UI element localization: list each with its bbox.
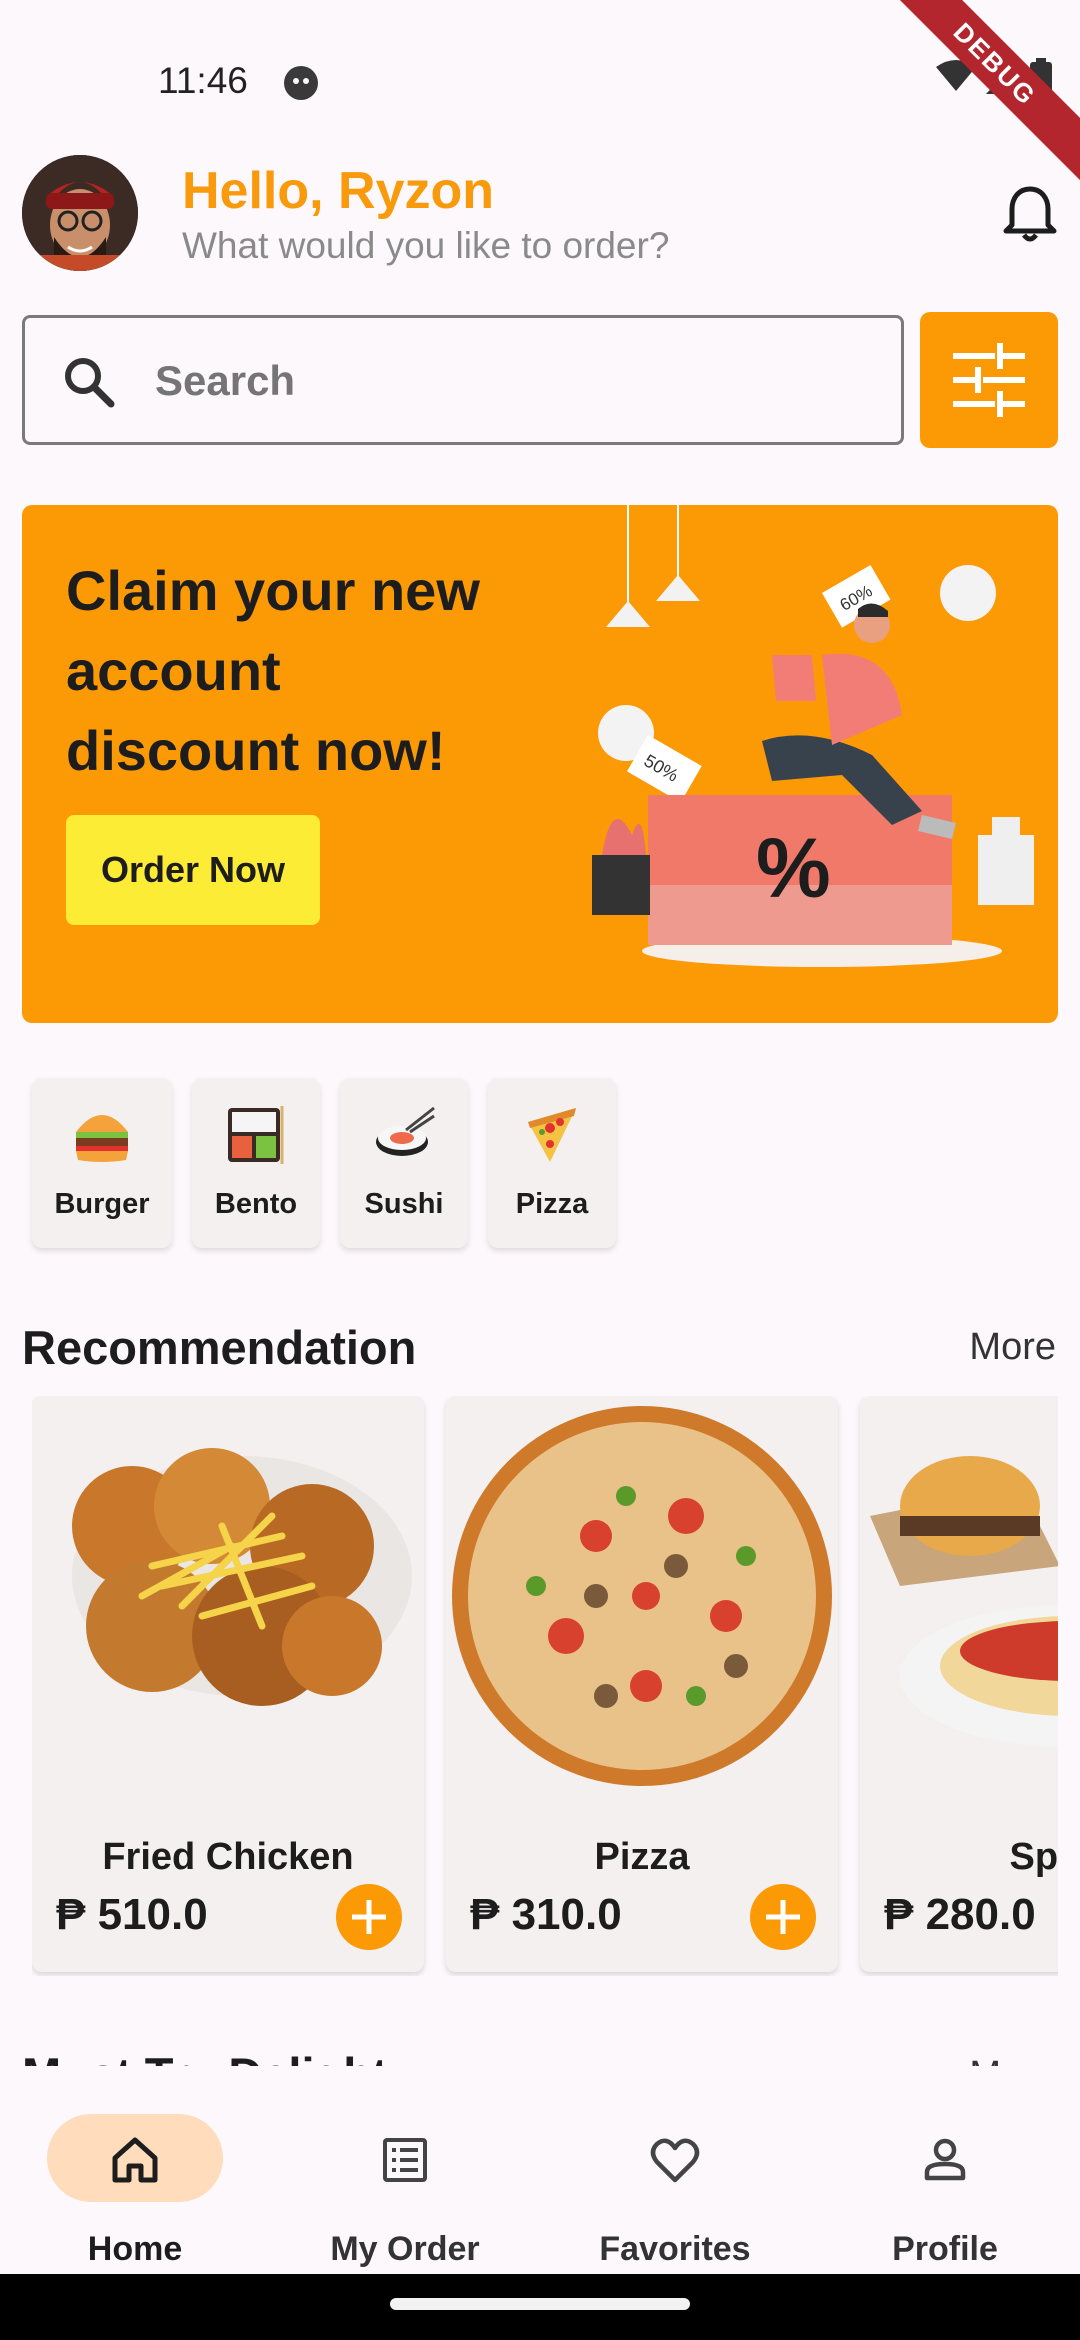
banner-title: Claim your new account discount now! <box>66 559 480 782</box>
food-price: ₱ 280.0 <box>884 1890 1036 1939</box>
search-icon <box>65 358 115 408</box>
heart-icon <box>650 2138 700 2183</box>
nav-label: My Order <box>330 2230 480 2268</box>
shopping-discount-illustration: 60% 50% % <box>592 505 1034 967</box>
status-bar: 11:46 DEBUG <box>0 0 1080 197</box>
sushi-icon <box>376 1106 435 1156</box>
search-box[interactable] <box>22 315 904 445</box>
food-name: Pizza <box>594 1836 690 1878</box>
must-try-more-link[interactable]: More <box>969 2040 1056 2066</box>
category-label: Burger <box>54 1188 150 1220</box>
promo-banner: Claim your new account discount now! Ord… <box>22 505 1058 1023</box>
add-to-cart-button[interactable] <box>336 1884 402 1950</box>
greeting-subtitle: What would you like to order? <box>182 225 670 266</box>
category-bento[interactable]: Bento <box>192 1078 320 1248</box>
category-burger[interactable]: Burger <box>32 1078 172 1248</box>
nav-label: Favorites <box>599 2230 751 2268</box>
category-label: Sushi <box>364 1188 444 1220</box>
food-price: ₱ 310.0 <box>470 1890 622 1939</box>
nav-profile[interactable]: Profile <box>810 2066 1080 2274</box>
bottom-navigation: Home My Order Favorites Profile <box>0 2066 1080 2274</box>
food-card[interactable]: Fried Chicken ₱ 510.0 <box>32 1396 424 1972</box>
recommendation-more-link[interactable]: More <box>969 1326 1056 1369</box>
recommendation-title: Recommendation <box>22 1321 417 1374</box>
percent-text: % <box>756 821 831 915</box>
add-to-cart-button[interactable] <box>750 1884 816 1950</box>
notification-face-icon <box>284 66 318 100</box>
bento-icon <box>228 1106 284 1164</box>
order-list-icon <box>383 2138 427 2182</box>
must-try-title: Must Try Delight <box>22 2040 388 2066</box>
order-now-button[interactable]: Order Now <box>66 815 320 925</box>
status-time: 11:46 <box>158 60 248 101</box>
nav-home[interactable]: Home <box>0 2066 270 2274</box>
food-name: Spag <box>1009 1836 1058 1878</box>
filter-button[interactable] <box>920 312 1058 448</box>
food-card[interactable]: Spag ₱ 280.0 <box>860 1396 1058 1972</box>
pizza-image <box>452 1406 832 1786</box>
avatar[interactable] <box>22 155 138 271</box>
nav-my-order[interactable]: My Order <box>270 2066 540 2274</box>
category-list: Burger Bento Sushi Pizza <box>32 1078 616 1248</box>
filter-sliders-icon <box>953 343 1025 417</box>
fried-chicken-image <box>72 1448 412 1706</box>
spaghetti-burger-image <box>870 1456 1058 1746</box>
recommendation-list: Fried Chicken ₱ 510.0 Pizza ₱ 310.0 Sp ₱… <box>32 1396 1058 1976</box>
pizza-icon <box>528 1108 576 1162</box>
greeting-title: Hello, Ryzon <box>182 162 495 220</box>
person-icon <box>924 2138 966 2181</box>
category-pizza[interactable]: Pizza <box>488 1078 616 1248</box>
system-navigation-bar <box>0 2274 1080 2340</box>
search-input[interactable] <box>155 348 855 414</box>
category-sushi[interactable]: Sushi <box>340 1078 468 1248</box>
category-label: Pizza <box>515 1188 589 1220</box>
burger-icon <box>76 1115 128 1162</box>
bell-icon[interactable] <box>1002 185 1058 245</box>
home-icon <box>112 2137 158 2183</box>
header: Hello, Ryzon What would you like to orde… <box>22 155 1062 275</box>
nav-label: Profile <box>892 2230 998 2268</box>
category-label: Bento <box>214 1188 298 1220</box>
nav-label: Home <box>87 2230 183 2268</box>
home-gesture-handle[interactable] <box>390 2298 690 2310</box>
nav-favorites[interactable]: Favorites <box>540 2066 810 2274</box>
food-card[interactable]: Pizza ₱ 310.0 <box>446 1396 838 1972</box>
food-price: ₱ 510.0 <box>56 1890 208 1939</box>
food-name: Fried Chicken <box>102 1836 354 1878</box>
